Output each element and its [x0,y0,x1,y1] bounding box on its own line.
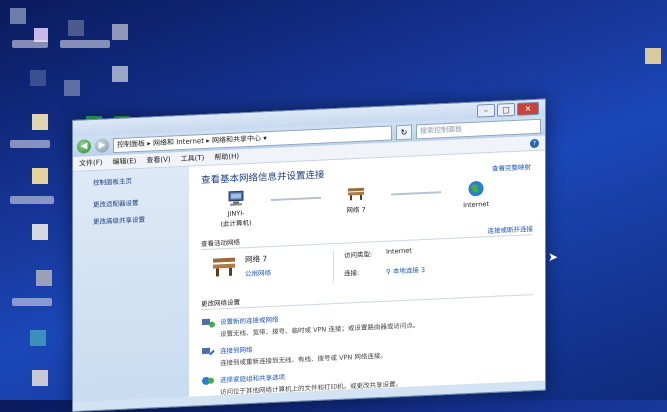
minimize-button[interactable]: – [477,103,495,118]
network-name: 网络 7 [245,254,268,265]
map-connector [271,196,321,201]
menu-tools[interactable]: 工具(T) [181,153,205,164]
desktop-icon-label [12,40,48,48]
active-networks-title: 查看活动网络 [201,238,240,249]
globe-icon [468,181,484,197]
desktop-icon[interactable] [68,20,84,36]
active-network: 网络 7 公用网络 访问类型: Internet 连接: ⚲ 本地连接 3 [201,241,533,288]
menu-view[interactable]: 查看(V) [146,155,170,166]
see-full-map-link[interactable]: 查看完整映射 [492,161,531,173]
map-connector [391,191,441,196]
divider [333,250,334,283]
computer-sub: (此计算机) [220,218,252,229]
menu-edit[interactable]: 编辑(E) [113,156,137,167]
desktop-icon[interactable] [32,224,48,240]
map-node-computer: JINYI- (此计算机) [201,189,271,229]
desktop-icon-label [10,196,54,204]
help-icon[interactable]: ? [530,138,539,148]
control-panel-home-link[interactable]: 控制面板主页 [93,173,189,187]
desktop-icon[interactable] [645,48,661,64]
connect-disconnect-link[interactable]: 连接或断开连接 [488,223,534,235]
map-node-network[interactable]: 网络 7 [321,184,391,216]
forward-button[interactable]: ▶ [95,138,109,153]
homegroup-icon [202,376,214,385]
desktop-icon[interactable] [32,114,48,130]
connections-value: 本地连接 3 [392,265,426,276]
bench-icon [213,257,235,277]
desktop-icon-label [60,40,110,48]
address-part[interactable]: 网络和 Internet [153,137,204,147]
close-button[interactable]: ✕ [517,101,539,116]
network-map-label: 网络 7 [346,205,366,215]
desktop-icon[interactable] [112,66,128,82]
desktop-icon[interactable] [32,168,48,184]
back-button[interactable]: ◀ [77,139,91,154]
desktop-icon-label [12,298,52,306]
change-advanced-sharing-link[interactable]: 更改高级共享设置 [93,212,189,226]
new-connection-icon [202,318,215,328]
network-info: 网络 7 公用网络 [245,253,271,286]
access-type-value: Internet [386,246,412,256]
refresh-icon[interactable]: ↻ [396,124,412,140]
network-properties: 访问类型: Internet 连接: ⚲ 本地连接 3 [344,246,425,282]
local-connection-link[interactable]: ⚲ 本地连接 3 [386,264,425,280]
map-node-internet[interactable]: Internet [441,178,511,210]
network-sharing-center-window: – □ ✕ ◀ ▶ 控制面板 ▸ 网络和 Internet ▸ 网络和共享中心 … [72,98,546,412]
desktop-icon[interactable] [64,80,80,96]
address-part[interactable]: 网络和共享中心 [212,134,261,144]
sidebar: 控制面板主页 更改适配器设置 更改高级共享设置 [73,166,189,402]
maximize-button[interactable]: □ [497,102,515,117]
access-type-label: 访问类型: [344,250,373,260]
bench-icon [348,187,364,201]
desktop-icon-label [10,140,50,148]
connect-network-icon [202,347,215,356]
menu-file[interactable]: 文件(F) [79,158,103,169]
network-type-link[interactable]: 公用网络 [245,267,271,278]
signal-icon: ⚲ [386,267,391,276]
computer-icon [228,190,244,206]
desktop-icon[interactable] [30,70,46,86]
address-part[interactable]: 控制面板 [117,139,145,148]
mouse-cursor-icon: ➤ [548,250,559,264]
menu-help[interactable]: 帮助(H) [214,151,239,162]
desktop-icon[interactable] [32,370,48,386]
desktop-icon[interactable] [36,270,52,286]
connections-label: 连接: [344,268,360,278]
window-controls: – □ ✕ [477,101,539,118]
desktop-icon[interactable] [30,330,46,346]
internet-label: Internet [463,200,489,210]
desktop-icon[interactable] [10,8,26,24]
main-panel: 查看基本网络信息并设置连接 查看完整映射 JINYI- (此计算机) 网络 7 … [189,150,545,397]
change-adapter-settings-link[interactable]: 更改适配器设置 [93,195,189,209]
desktop-icon[interactable] [112,24,128,40]
